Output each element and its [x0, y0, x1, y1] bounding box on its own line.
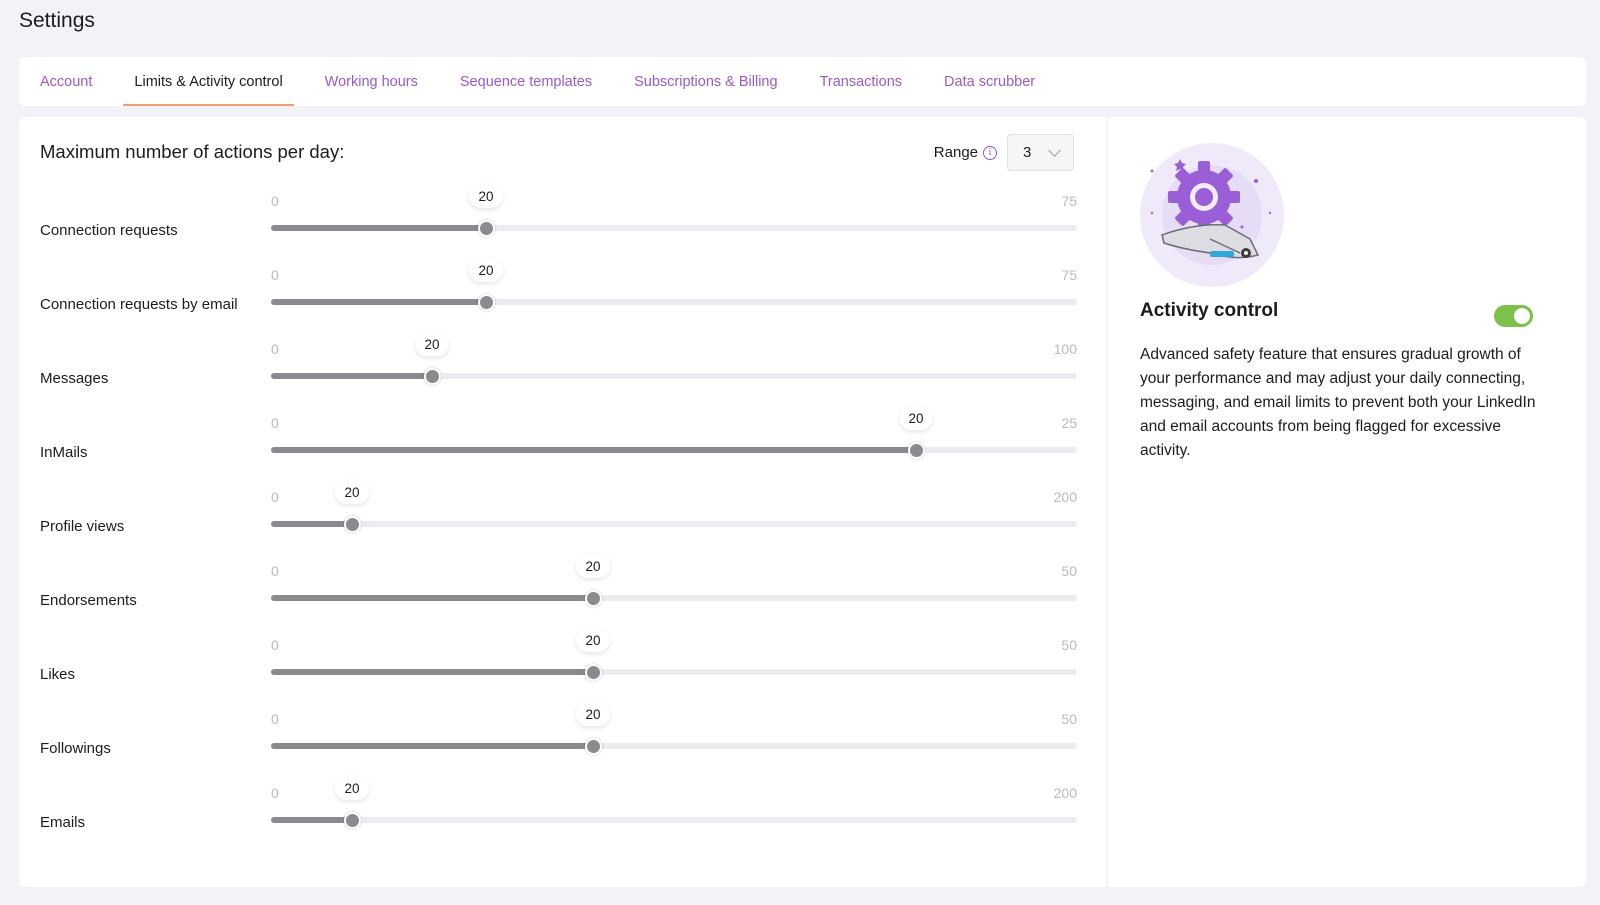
activity-control-illustration [1140, 143, 1285, 288]
limit-label: Followings [40, 740, 111, 757]
slider-thumb[interactable] [344, 516, 361, 533]
limits-title: Maximum number of actions per day: [40, 141, 345, 162]
limit-label: Connection requests [40, 222, 178, 239]
limit-label: Endorsements [40, 592, 137, 609]
slider-fill [271, 743, 593, 749]
slider-fill [271, 595, 593, 601]
slider-value-bubble: 20 [899, 406, 933, 430]
slider-value-bubble: 20 [469, 258, 503, 282]
tab-transactions[interactable]: Transactions [809, 57, 913, 106]
slider-value-bubble: 20 [469, 184, 503, 208]
slider-max-label: 100 [1053, 341, 1077, 357]
slider-thumb[interactable] [908, 442, 925, 459]
slider-thumb[interactable] [478, 294, 495, 311]
limit-label: Profile views [40, 518, 125, 535]
slider-min-label: 0 [271, 711, 279, 727]
slider-max-label: 200 [1053, 489, 1077, 505]
limit-row: Endorsements 0 50 20 [19, 551, 1106, 621]
limit-row: Followings 0 50 20 [19, 699, 1106, 769]
limit-slider[interactable]: 0 75 20 [271, 255, 1077, 325]
slider-max-label: 75 [1061, 267, 1077, 283]
slider-fill [271, 299, 486, 305]
limit-label: InMails [40, 444, 88, 461]
activity-control-panel: Activity control Advanced safety feature… [1108, 117, 1586, 887]
slider-fill [271, 817, 352, 823]
slider-max-label: 50 [1061, 637, 1077, 653]
slider-thumb[interactable] [344, 812, 361, 829]
slider-min-label: 0 [271, 193, 279, 209]
limit-row: InMails 0 25 20 [19, 403, 1106, 473]
toggle-knob [1514, 308, 1530, 324]
tab-sequence-templates[interactable]: Sequence templates [449, 57, 603, 106]
tab-account[interactable]: Account [29, 57, 103, 106]
chevron-down-icon [1048, 144, 1061, 157]
slider-value-bubble: 20 [415, 332, 449, 356]
slider-track[interactable] [271, 817, 1077, 823]
limit-label: Messages [40, 370, 109, 387]
limit-slider[interactable]: 0 50 20 [271, 625, 1077, 695]
slider-thumb[interactable] [585, 590, 602, 607]
slider-value-bubble: 20 [335, 480, 369, 504]
tab-data-scrubber[interactable]: Data scrubber [933, 57, 1046, 106]
slider-value-bubble: 20 [335, 776, 369, 800]
range-select-value: 3 [1023, 144, 1032, 161]
activity-control-toggle[interactable] [1494, 305, 1533, 327]
slider-fill [271, 225, 486, 231]
limit-slider[interactable]: 0 200 20 [271, 477, 1077, 547]
limit-row: Connection requests 0 75 20 [19, 181, 1106, 251]
limit-slider[interactable]: 0 200 20 [271, 773, 1077, 843]
tab-working-hours[interactable]: Working hours [314, 57, 429, 106]
limit-slider[interactable]: 0 25 20 [271, 403, 1077, 473]
slider-max-label: 50 [1061, 563, 1077, 579]
slider-value-bubble: 20 [576, 702, 610, 726]
limit-slider[interactable]: 0 50 20 [271, 699, 1077, 769]
limits-panel: Maximum number of actions per day: Range… [19, 117, 1106, 887]
slider-thumb[interactable] [424, 368, 441, 385]
slider-min-label: 0 [271, 341, 279, 357]
limit-label: Connection requests by email [40, 296, 238, 313]
slider-max-label: 50 [1061, 711, 1077, 727]
slider-min-label: 0 [271, 267, 279, 283]
limit-row: Connection requests by email 0 75 20 [19, 255, 1106, 325]
range-label: Range [933, 144, 978, 161]
range-select[interactable]: 3 [1007, 134, 1074, 171]
slider-min-label: 0 [271, 489, 279, 505]
slider-thumb[interactable] [585, 738, 602, 755]
slider-fill [271, 373, 432, 379]
page-title: Settings [19, 9, 95, 32]
limit-slider[interactable]: 0 75 20 [271, 181, 1077, 251]
slider-thumb[interactable] [478, 220, 495, 237]
limit-slider[interactable]: 0 50 20 [271, 551, 1077, 621]
activity-control-description: Advanced safety feature that ensures gra… [1140, 346, 1536, 459]
tab-limits-activity-control[interactable]: Limits & Activity control [123, 57, 294, 106]
limit-row: Profile views 0 200 20 [19, 477, 1106, 547]
limit-row: Emails 0 200 20 [19, 773, 1106, 843]
activity-control-title: Activity control [1140, 300, 1279, 321]
slider-fill [271, 669, 593, 675]
slider-max-label: 25 [1061, 415, 1077, 431]
slider-max-label: 200 [1053, 785, 1077, 801]
limit-slider[interactable]: 0 100 20 [271, 329, 1077, 399]
limit-row: Likes 0 50 20 [19, 625, 1106, 695]
slider-min-label: 0 [271, 415, 279, 431]
slider-value-bubble: 20 [576, 554, 610, 578]
slider-fill [271, 447, 916, 453]
tab-subscriptions-billing[interactable]: Subscriptions & Billing [623, 57, 788, 106]
slider-min-label: 0 [271, 785, 279, 801]
slider-min-label: 0 [271, 563, 279, 579]
slider-value-bubble: 20 [576, 628, 610, 652]
slider-min-label: 0 [271, 637, 279, 653]
range-control: Range i 3 [934, 134, 1074, 171]
slider-thumb[interactable] [585, 664, 602, 681]
info-icon[interactable]: i [983, 145, 997, 160]
limit-label: Likes [40, 666, 76, 683]
slider-fill [271, 521, 352, 527]
limit-row: Messages 0 100 20 [19, 329, 1106, 399]
slider-track[interactable] [271, 521, 1077, 527]
limit-label: Emails [40, 814, 86, 831]
settings-tabs: Account Limits & Activity control Workin… [19, 57, 1586, 106]
slider-max-label: 75 [1061, 193, 1077, 209]
